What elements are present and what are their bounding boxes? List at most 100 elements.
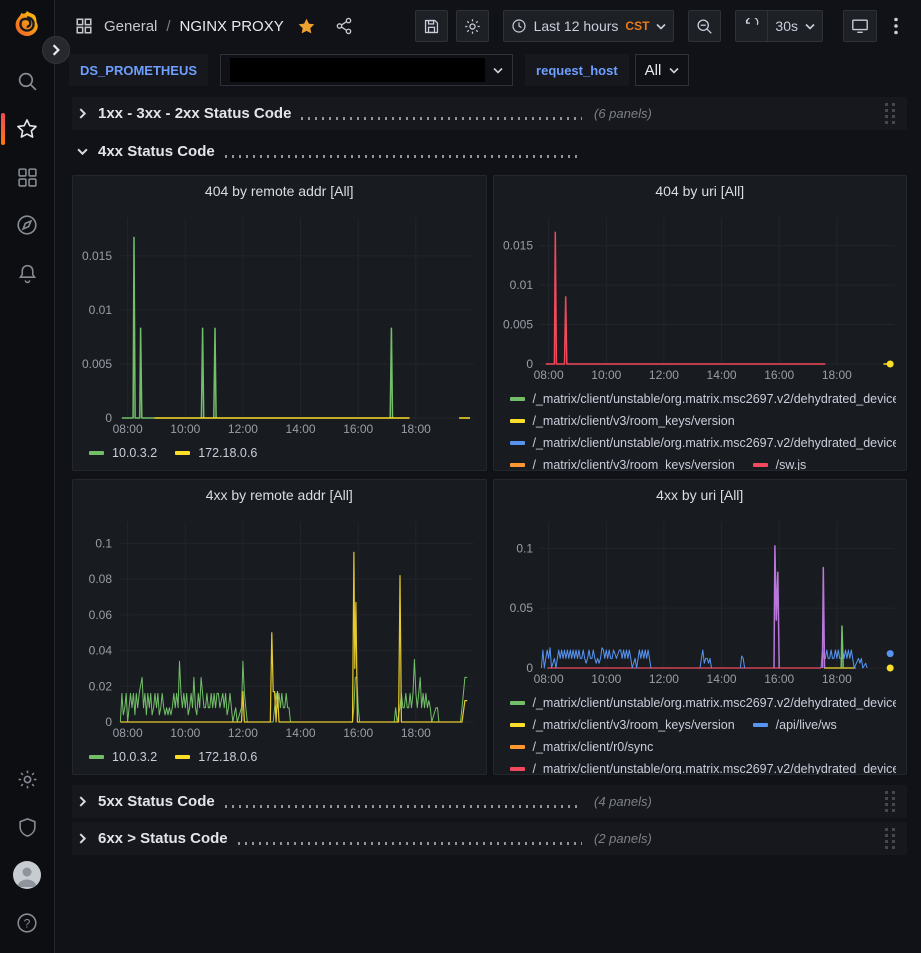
- sidebar-item-profile[interactable]: [0, 851, 54, 899]
- svg-text:12:00: 12:00: [228, 726, 258, 740]
- row-6xx-status-code[interactable]: 6xx > Status Code (2 panels): [72, 822, 907, 855]
- legend-item[interactable]: /_matrix/client/unstable/org.matrix.msc2…: [510, 436, 897, 450]
- row-1xx-3xx-2xx-status-code[interactable]: 1xx - 3xx - 2xx Status Code (6 panels): [72, 97, 907, 130]
- legend-item[interactable]: /_matrix/client/v3/room_keys/version: [510, 414, 735, 428]
- share-button[interactable]: [333, 15, 355, 37]
- request-host-value: All: [645, 62, 662, 79]
- legend-label: /_matrix/client/v3/room_keys/version: [533, 458, 735, 470]
- legend-label: /_matrix/client/unstable/org.matrix.msc2…: [533, 696, 897, 710]
- clock-icon: [511, 18, 527, 34]
- refresh-interval-picker[interactable]: 30s: [767, 10, 823, 42]
- save-dashboard-button[interactable]: [415, 10, 448, 42]
- zoom-out-time-button[interactable]: [688, 10, 721, 42]
- svg-text:0.005: 0.005: [82, 357, 112, 371]
- dashboard-settings-button[interactable]: [456, 10, 489, 42]
- legend-item[interactable]: /_matrix/client/unstable/org.matrix.msc2…: [510, 696, 897, 710]
- breadcrumb-section[interactable]: General: [104, 18, 157, 35]
- sidebar-item-server-admin[interactable]: [0, 803, 54, 851]
- zoom-out-icon: [696, 18, 713, 35]
- sidebar-item-explore[interactable]: [0, 201, 54, 249]
- row-drag-handle[interactable]: [881, 787, 899, 816]
- legend-row: /_matrix/client/v3/room_keys/version: [510, 410, 897, 432]
- tv-mode-button[interactable]: [843, 10, 877, 42]
- panel-legend: 10.0.3.2 172.18.0.6: [73, 440, 486, 470]
- svg-text:0.015: 0.015: [82, 249, 112, 263]
- shield-icon: [17, 817, 38, 838]
- svg-text:14:00: 14:00: [286, 422, 316, 436]
- legend-row: /_matrix/client/unstable/org.matrix.msc2…: [510, 388, 897, 410]
- datasource-picker[interactable]: [220, 54, 513, 86]
- legend-item[interactable]: /api/live/ws: [753, 718, 837, 732]
- legend-item[interactable]: /sw.js: [753, 458, 807, 470]
- panel-title[interactable]: 4xx by remote addr [All]: [73, 480, 486, 510]
- svg-text:0.1: 0.1: [95, 536, 112, 550]
- panel-4xx-by-uri: 4xx by uri [All] 08:0010:0012:0014:0016:…: [493, 479, 908, 775]
- favorite-star-button[interactable]: [295, 15, 318, 38]
- svg-text:18:00: 18:00: [821, 368, 851, 382]
- svg-text:0.01: 0.01: [509, 278, 533, 292]
- panel-404-by-remote-addr: 404 by remote addr [All] 08:0010:0012:00…: [72, 175, 487, 471]
- row-panel-count: (2 panels): [594, 831, 652, 846]
- legend-swatch: [510, 745, 525, 749]
- legend-label: /_matrix/client/r0/sync: [533, 740, 654, 754]
- legend-item[interactable]: /_matrix/client/v3/room_keys/version: [510, 458, 735, 470]
- sidebar-item-configuration[interactable]: [0, 755, 54, 803]
- search-button[interactable]: [0, 57, 54, 105]
- save-icon: [423, 18, 440, 35]
- time-range-picker[interactable]: Last 12 hours CST: [503, 10, 675, 42]
- main-content: General / NGINX PROXY Last 12 hours CST: [55, 0, 921, 953]
- row-dotted-leader: [301, 117, 582, 120]
- apps-icon: [73, 15, 95, 37]
- datasource-variable-label: DS_PROMETHEUS: [69, 54, 208, 86]
- panel-title[interactable]: 404 by remote addr [All]: [73, 176, 486, 206]
- legend-item[interactable]: 172.18.0.6: [175, 446, 257, 460]
- legend-item[interactable]: 172.18.0.6: [175, 750, 257, 764]
- refresh-button[interactable]: [735, 10, 767, 42]
- row-drag-handle[interactable]: [881, 99, 899, 128]
- nav-sidebar: ?: [0, 0, 55, 953]
- svg-text:0: 0: [105, 411, 112, 425]
- legend-item[interactable]: 10.0.3.2: [89, 446, 157, 460]
- panel-title[interactable]: 404 by uri [All]: [494, 176, 907, 206]
- legend-swatch: [175, 755, 190, 759]
- expand-sidebar-button[interactable]: [42, 36, 70, 64]
- chevron-down-icon: [669, 67, 679, 74]
- chevron-right-icon: [77, 108, 88, 119]
- row-4xx-status-code[interactable]: 4xx Status Code: [72, 135, 907, 168]
- time-series-chart[interactable]: 08:0010:0012:0014:0016:0018:0000.050.1: [494, 510, 907, 690]
- request-host-picker[interactable]: All: [635, 54, 690, 86]
- panel-title[interactable]: 4xx by uri [All]: [494, 480, 907, 510]
- legend-label: 10.0.3.2: [112, 446, 157, 460]
- chevron-down-icon: [656, 23, 666, 30]
- sidebar-item-dashboards[interactable]: [0, 153, 54, 201]
- legend-item[interactable]: /_matrix/client/unstable/org.matrix.msc2…: [510, 392, 897, 406]
- svg-text:0.01: 0.01: [89, 303, 113, 317]
- legend-label: /_matrix/client/unstable/org.matrix.msc2…: [533, 762, 897, 774]
- time-series-chart[interactable]: 08:0010:0012:0014:0016:0018:0000.0050.01…: [494, 206, 907, 386]
- svg-text:12:00: 12:00: [648, 672, 678, 686]
- legend-swatch: [89, 451, 104, 455]
- chevron-right-icon: [77, 796, 88, 807]
- legend-item[interactable]: /_matrix/client/r0/sync: [510, 740, 654, 754]
- kebab-menu-button[interactable]: [885, 10, 907, 42]
- refresh-group: 30s: [735, 10, 823, 42]
- sidebar-item-help[interactable]: ?: [0, 899, 54, 947]
- active-indicator: [1, 113, 5, 145]
- sidebar-item-starred[interactable]: [0, 105, 54, 153]
- legend-swatch: [510, 397, 525, 401]
- time-range-label: Last 12 hours: [534, 18, 619, 34]
- row-5xx-status-code[interactable]: 5xx Status Code (4 panels): [72, 785, 907, 818]
- row-drag-handle[interactable]: [881, 824, 899, 853]
- time-series-chart[interactable]: 08:0010:0012:0014:0016:0018:0000.020.040…: [73, 510, 486, 744]
- grafana-logo[interactable]: [12, 9, 42, 39]
- time-series-chart[interactable]: 08:0010:0012:0014:0016:0018:0000.0050.01…: [73, 206, 486, 440]
- sidebar-item-alerting[interactable]: [0, 249, 54, 297]
- legend-item[interactable]: /_matrix/client/v3/room_keys/version: [510, 718, 735, 732]
- legend-item[interactable]: /_matrix/client/unstable/org.matrix.msc2…: [510, 762, 897, 774]
- breadcrumb: General / NGINX PROXY: [73, 15, 407, 38]
- svg-text:12:00: 12:00: [648, 368, 678, 382]
- svg-text:0.015: 0.015: [502, 239, 532, 253]
- row-dotted-leader: [238, 842, 582, 845]
- bell-icon: [17, 263, 38, 284]
- legend-item[interactable]: 10.0.3.2: [89, 750, 157, 764]
